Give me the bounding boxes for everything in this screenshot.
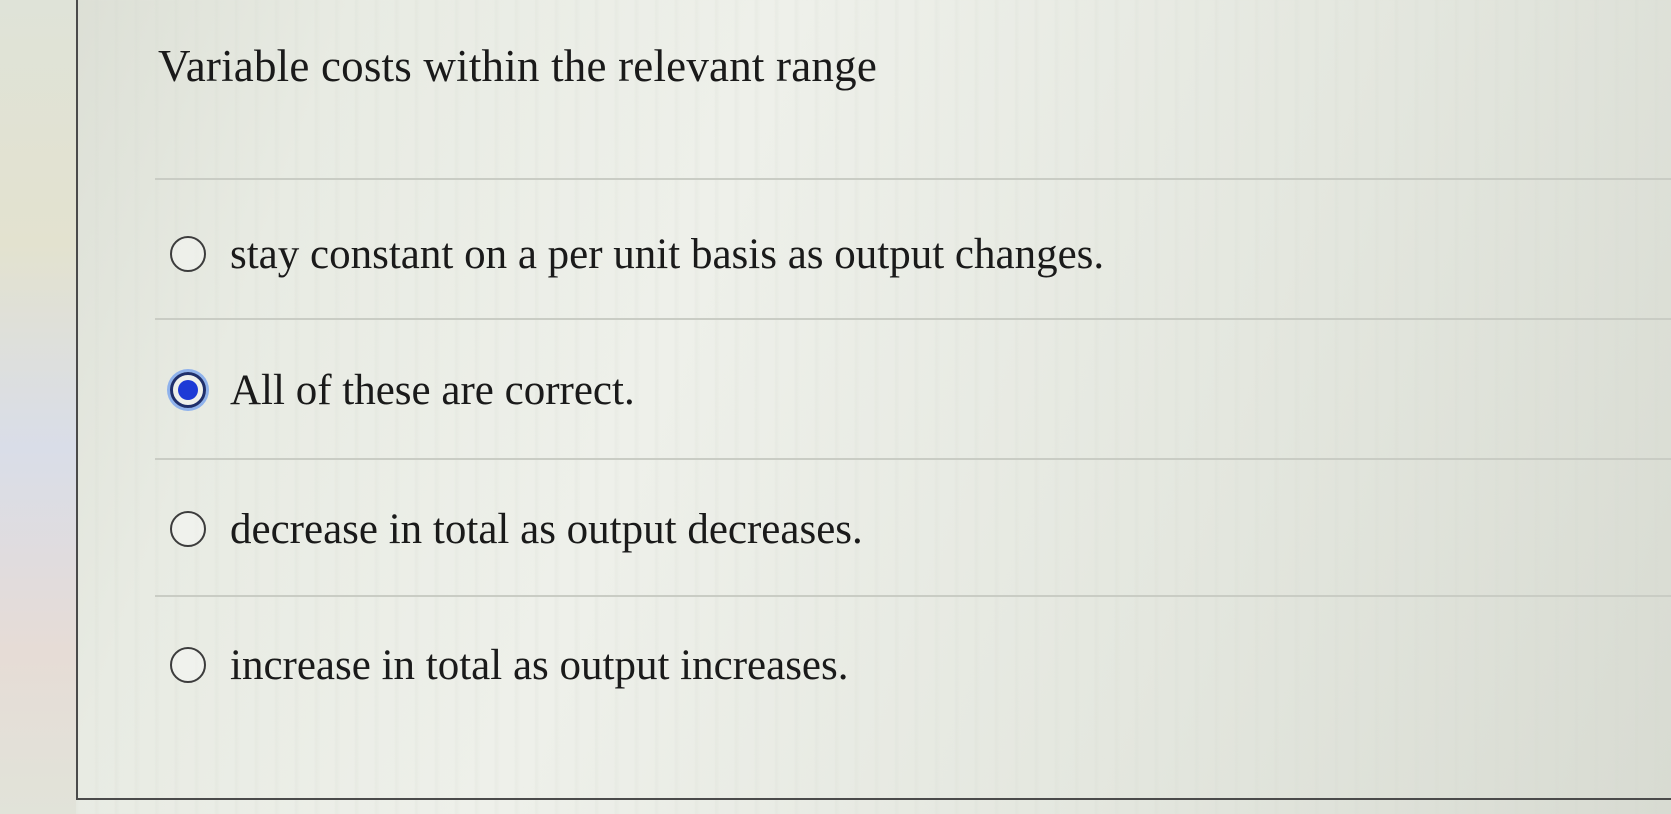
option-label: decrease in total as output decreases. — [230, 505, 863, 553]
divider — [155, 458, 1671, 460]
divider — [155, 595, 1671, 597]
option-all-correct[interactable]: All of these are correct. — [170, 362, 635, 418]
radio-button-unselected[interactable] — [170, 647, 206, 683]
option-label: increase in total as output increases. — [230, 641, 849, 689]
question-text: Variable costs within the relevant range — [158, 41, 877, 91]
option-label: stay constant on a per unit basis as out… — [230, 230, 1105, 278]
left-background-strip — [0, 0, 76, 814]
divider — [155, 178, 1671, 180]
option-decrease-total[interactable]: decrease in total as output decreases. — [170, 501, 863, 557]
option-increase-total[interactable]: increase in total as output increases. — [170, 637, 849, 693]
radio-button-unselected[interactable] — [170, 511, 206, 547]
radio-button-selected[interactable] — [170, 372, 206, 408]
option-stay-constant[interactable]: stay constant on a per unit basis as out… — [170, 226, 1104, 282]
option-label: All of these are correct. — [230, 366, 635, 414]
radio-button-unselected[interactable] — [170, 236, 206, 272]
divider — [155, 318, 1671, 320]
